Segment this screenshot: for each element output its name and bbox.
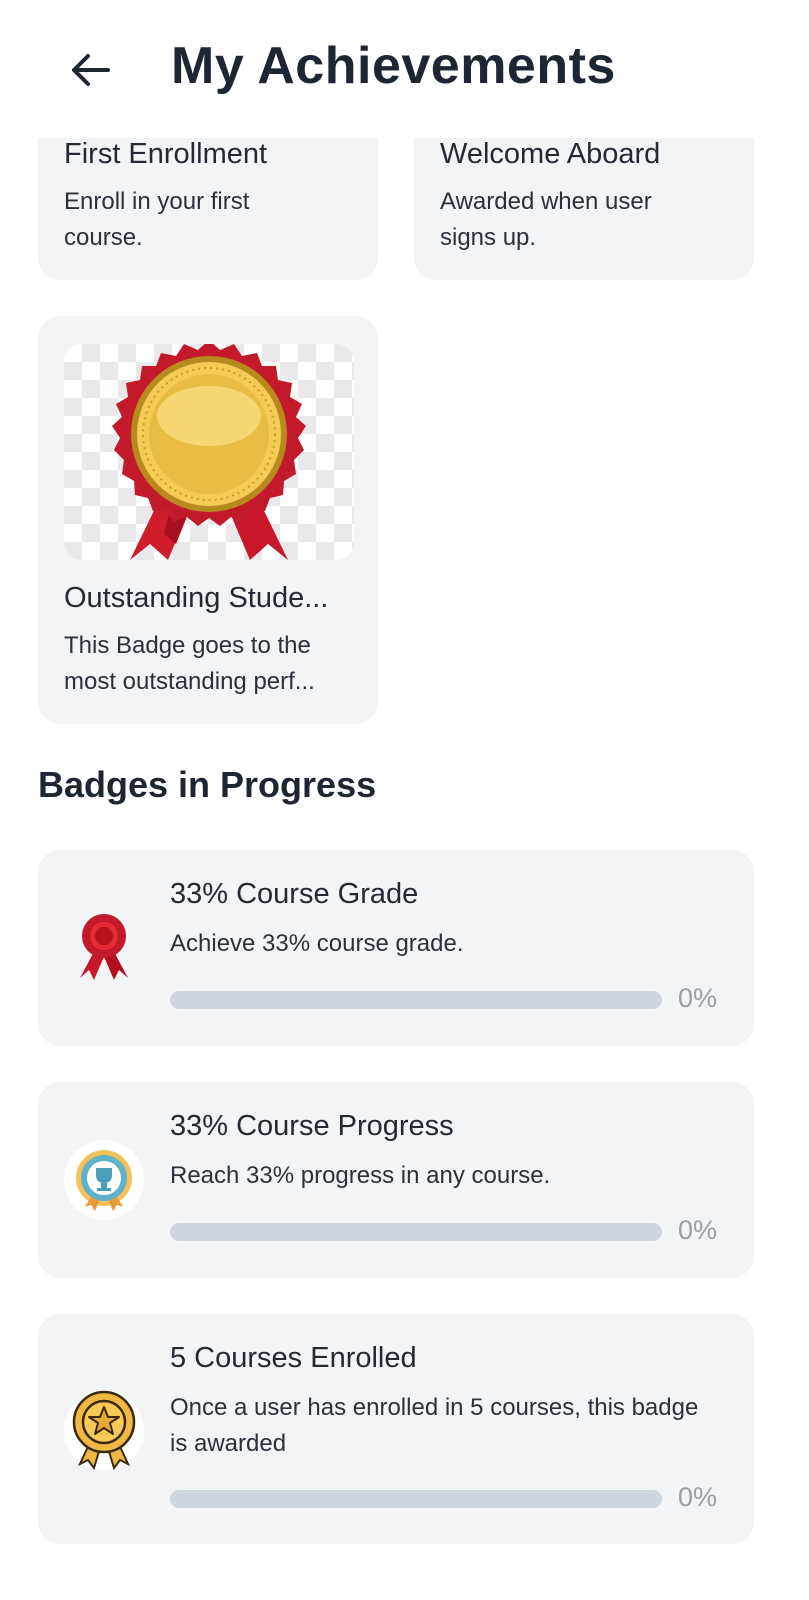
progress-badge-card[interactable]: 33% Course Grade Achieve 33% course grad…	[38, 850, 754, 1046]
badge-title: Welcome Aboard	[440, 138, 661, 170]
progress-badge-card[interactable]: 33% Course Progress Reach 33% progress i…	[38, 1082, 754, 1278]
badge-description: Enroll in your first course.	[64, 188, 250, 251]
progress-bar	[170, 1223, 662, 1241]
progress-bar	[170, 1490, 662, 1508]
page-title: My Achievements	[171, 37, 616, 95]
progress-percent: 0%	[678, 983, 718, 1013]
badge-description: Once a user has enrolled in 5 courses, t…	[170, 1394, 699, 1457]
star-medal-icon	[64, 1390, 144, 1470]
gold-medal-ribbon-icon	[112, 344, 306, 560]
back-button[interactable]	[66, 46, 114, 94]
badge-description: This Badge goes to the most outstanding …	[64, 632, 315, 695]
progress-percent: 0%	[678, 1215, 718, 1245]
earned-badge-card[interactable]: Outstanding Stude... This Badge goes to …	[38, 316, 378, 724]
badge-description: Achieve 33% course grade.	[170, 930, 464, 957]
badge-title: 33% Course Grade	[170, 878, 419, 910]
badge-description: Reach 33% progress in any course.	[170, 1162, 551, 1189]
badge-title: 33% Course Progress	[170, 1110, 454, 1142]
section-heading: Badges in Progress	[38, 764, 377, 805]
badge-title: Outstanding Stude...	[64, 582, 329, 614]
badge-title: First Enrollment	[64, 138, 268, 170]
red-rosette-icon	[64, 908, 144, 988]
badge-image	[64, 344, 354, 560]
progress-percent: 0%	[678, 1482, 718, 1512]
trophy-badge-icon	[64, 1140, 144, 1220]
progress-bar	[170, 991, 662, 1009]
app-header: My Achievements	[0, 0, 809, 138]
arrow-left-icon	[72, 54, 110, 86]
badge-description: Awarded when user signs up.	[440, 188, 652, 251]
progress-badge-card[interactable]: 5 Courses Enrolled Once a user has enrol…	[38, 1314, 754, 1544]
badge-title: 5 Courses Enrolled	[170, 1342, 417, 1374]
